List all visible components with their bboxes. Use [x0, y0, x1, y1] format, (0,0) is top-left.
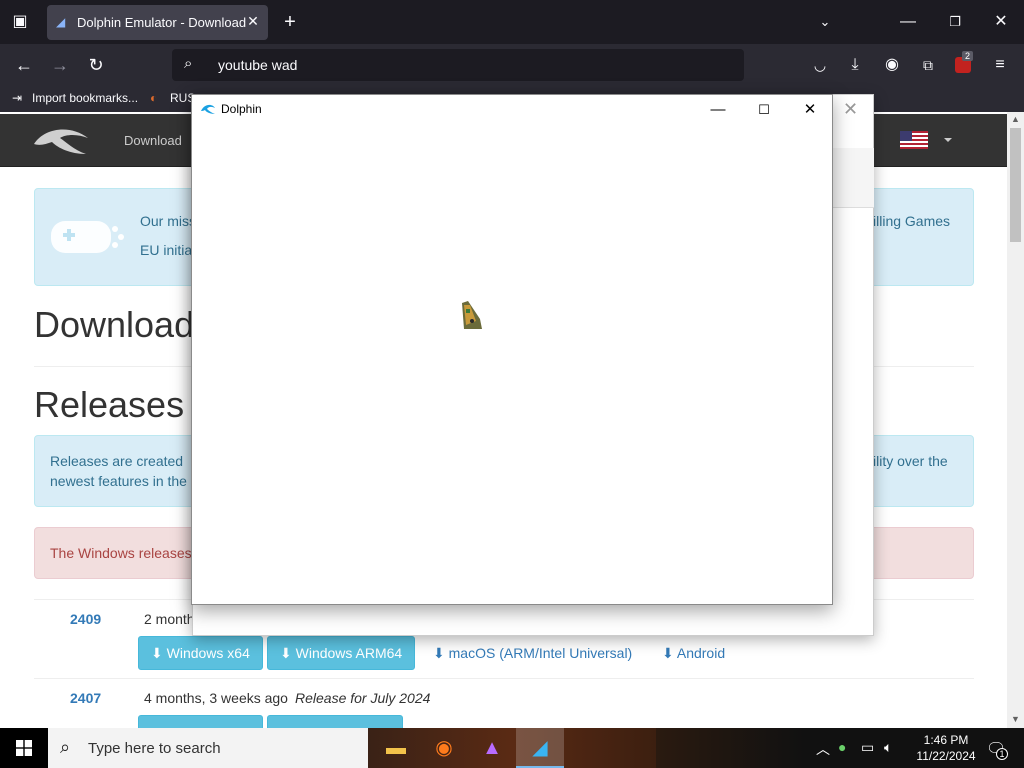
extensions-icon[interactable]: ⧉ — [913, 50, 943, 80]
close-browser-button[interactable]: ✕ — [986, 7, 1016, 37]
modal-header-band — [831, 148, 874, 208]
mission-text-line1: Our miss — [140, 213, 196, 229]
search-icon: ⌕ — [60, 737, 71, 757]
taskbar-apps: ▬ ◉ ▲ ◢ — [368, 728, 656, 768]
new-tab-button[interactable]: + — [275, 7, 305, 37]
gamepad-icon — [51, 221, 124, 253]
forward-icon[interactable]: → — [45, 50, 75, 80]
game-sprite-icon — [462, 301, 482, 329]
file-explorer-icon[interactable]: ▬ — [372, 728, 420, 768]
dolphin-window: Dolphin — ☐ ✕ — [191, 94, 833, 605]
restore-browser-button[interactable]: ❐ — [940, 7, 970, 37]
search-placeholder: Type here to search — [88, 740, 221, 757]
download-icon: ⬇ — [433, 645, 445, 661]
windows-warning-text: The Windows releases — [50, 545, 192, 561]
clock[interactable]: 1:46 PM 11/22/2024 — [906, 732, 986, 764]
minimize-browser-button[interactable]: — — [893, 7, 923, 37]
close-button[interactable]: ✕ — [787, 95, 833, 124]
release-version-link[interactable]: 2407 — [70, 690, 101, 706]
download-windows-x64-button[interactable]: ⬇ Windows x64 — [138, 636, 263, 670]
us-flag-icon[interactable] — [900, 131, 928, 149]
heading-releases: Releases — [34, 384, 185, 425]
releases-info-line1: Releases are created — [50, 453, 184, 469]
menu-icon[interactable]: ≡ — [985, 50, 1015, 80]
import-icon: ⇥ — [12, 91, 23, 105]
release-note: Release for July 2024 — [295, 690, 431, 706]
taskbar-search[interactable]: ⌕ Type here to search — [48, 728, 368, 768]
reload-icon[interactable]: ↻ — [81, 50, 111, 80]
pocket-icon[interactable]: ◡ — [805, 50, 835, 80]
tab-manager-icon[interactable]: ▣ — [5, 7, 35, 37]
clock-time: 1:46 PM — [923, 733, 969, 747]
download-macos-link[interactable]: ⬇ macOS (ARM/Intel Universal) — [433, 645, 632, 662]
user-status-icon[interactable]: ● — [838, 739, 846, 755]
download-windows-arm64-button[interactable] — [267, 715, 403, 728]
releases-info-line2: newest features in the — [50, 473, 187, 489]
navigation-bar: ← → ↻ ⌕ youtube wad ◡ ⤓ ◉ ⧉ 2 ≡ — [0, 44, 1024, 86]
list-all-tabs-icon[interactable]: ⌄ — [810, 7, 840, 37]
start-button[interactable] — [0, 728, 48, 768]
url-text[interactable]: youtube wad — [218, 57, 297, 73]
firefox-icon[interactable]: ◉ — [420, 728, 468, 768]
download-android-link[interactable]: ⬇ Android — [662, 645, 725, 662]
volume-icon[interactable]: 🔈︎ — [884, 739, 892, 756]
mission-text-line2: EU initia — [140, 242, 193, 258]
scroll-down-icon[interactable]: ▼ — [1011, 714, 1020, 724]
extension-badge: 2 — [962, 51, 974, 61]
url-bar[interactable]: ⌕ youtube wad — [172, 49, 744, 81]
download-windows-arm64-button[interactable]: ⬇ Windows ARM64 — [267, 636, 416, 670]
dolphin-titlebar[interactable]: Dolphin — ☐ ✕ — [192, 95, 832, 124]
tab-title: Dolphin Emulator - Download — [77, 15, 247, 30]
downloads-icon[interactable]: ⤓ — [840, 50, 870, 80]
release-age: 4 months, 3 weeks ago — [144, 690, 288, 706]
clock-date: 11/22/2024 — [916, 749, 976, 763]
scroll-thumb[interactable] — [1010, 128, 1021, 242]
download-icon: ⬇ — [280, 645, 292, 661]
system-tray: ︿ ● ▭ 🔈︎ 1:46 PM 11/22/2024 🗨︎ 1 — [656, 728, 1024, 768]
chevron-up-icon[interactable]: ︿ — [816, 739, 830, 759]
nav-download[interactable]: Download — [124, 133, 182, 148]
dolphin-app-icon — [200, 103, 216, 115]
download-icon: ⬇ — [151, 645, 163, 661]
divider — [34, 678, 974, 679]
notification-count: 1 — [996, 748, 1008, 760]
minimize-button[interactable]: — — [695, 95, 741, 124]
windows-logo-icon — [16, 740, 32, 756]
dolphin-favicon-icon: ◢ — [56, 15, 66, 29]
search-icon: ⌕ — [184, 55, 193, 72]
tab-close-icon[interactable]: ✕ — [244, 12, 262, 30]
page-scrollbar[interactable]: ▲ ▼ — [1007, 112, 1024, 728]
chevron-down-icon[interactable] — [944, 138, 952, 142]
dolphin-taskbar-icon[interactable]: ◢ — [516, 728, 564, 768]
taskbar: ⌕ Type here to search ▬ ◉ ▲ ◢ ︿ ● ▭ 🔈︎ 1… — [0, 728, 1024, 768]
bookmark-import[interactable]: Import bookmarks... — [32, 91, 138, 105]
account-icon[interactable]: ◉ — [877, 50, 907, 80]
releases-info-line1-end: ility over the — [873, 453, 948, 469]
modal-close-icon[interactable]: ✕ — [843, 99, 858, 120]
download-windows-x64-button[interactable] — [138, 715, 263, 728]
back-icon[interactable]: ← — [9, 50, 39, 80]
affinity-icon[interactable]: ▲ — [468, 728, 516, 768]
heading-download: Download — [34, 304, 195, 345]
dolphin-window-title: Dolphin — [221, 102, 262, 116]
tab-dolphin-download[interactable]: ◢ Dolphin Emulator - Download ✕ — [47, 5, 268, 40]
maximize-button[interactable]: ☐ — [741, 95, 787, 124]
release-version-link[interactable]: 2409 — [70, 611, 101, 627]
tab-strip: ▣ ◢ Dolphin Emulator - Download ✕ + ⌄ — … — [0, 0, 1024, 44]
release-age: 2 month — [144, 611, 195, 627]
download-icon: ⬇ — [662, 645, 674, 661]
network-icon[interactable]: ▭ — [861, 739, 874, 756]
dolphin-logo[interactable] — [30, 122, 92, 158]
mission-text-line1-end: illing Games — [873, 213, 951, 229]
scroll-up-icon[interactable]: ▲ — [1011, 114, 1020, 124]
bookmark-icon: ◐ — [150, 91, 158, 105]
